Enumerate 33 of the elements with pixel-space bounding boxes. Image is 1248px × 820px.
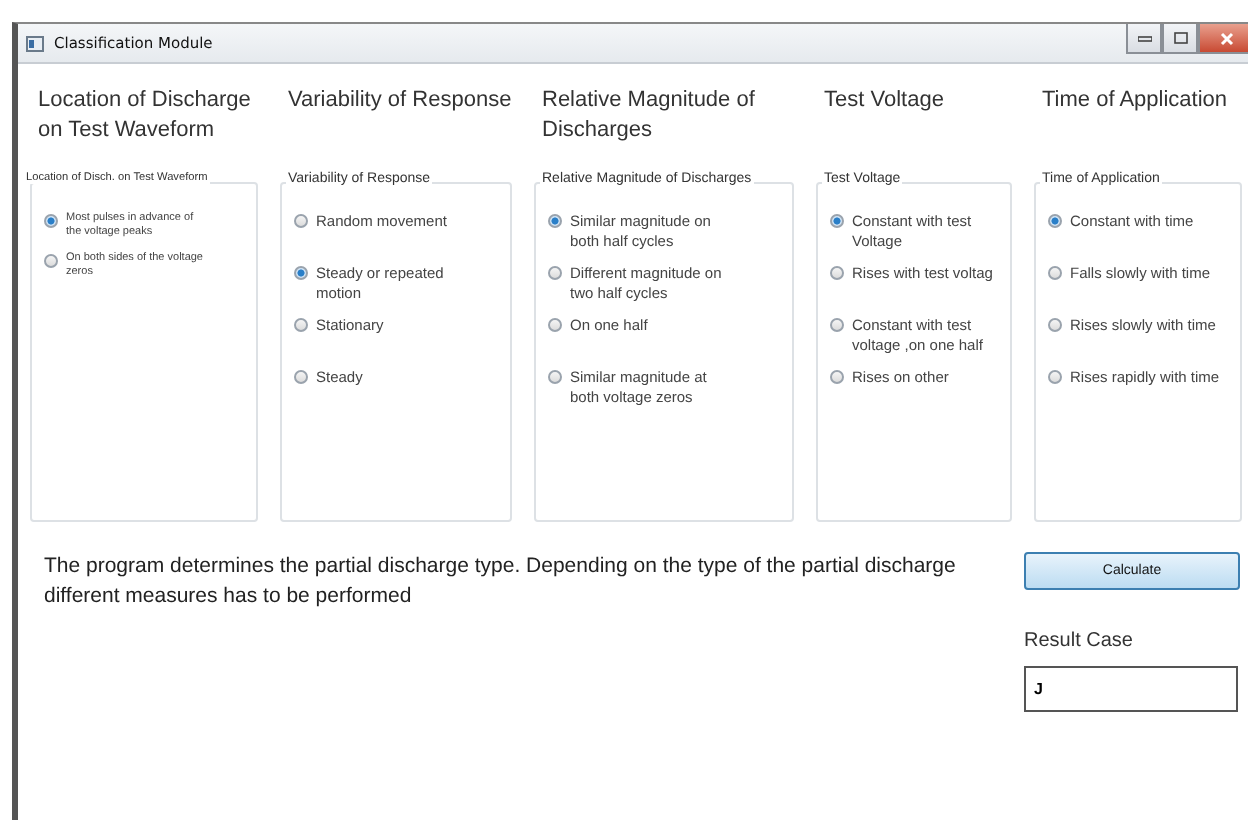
minimize-icon [1137, 35, 1151, 41]
radio-button[interactable] [294, 318, 308, 332]
column-heading: Time of Application [1040, 86, 1230, 116]
close-icon [1219, 31, 1233, 45]
radio-button[interactable] [548, 370, 562, 384]
radio-button[interactable] [548, 318, 562, 332]
radio-button[interactable] [830, 266, 844, 280]
close-button[interactable] [1198, 24, 1248, 54]
result-label: Result Case [1024, 630, 1135, 652]
radio-button[interactable] [44, 254, 58, 268]
column-heading: Variability of Response [286, 86, 514, 116]
radio-button[interactable] [44, 214, 58, 228]
result-field[interactable]: J [1024, 666, 1238, 712]
radio-button[interactable] [548, 214, 562, 228]
radio-button[interactable] [1048, 266, 1062, 280]
radio-button[interactable] [294, 214, 308, 228]
radio-button[interactable] [548, 266, 562, 280]
column-heading: Location of Discharge on Test Waveform [36, 86, 253, 146]
description-text: The program determines the partial discharge type. Depending on the type of the partial discharge different measures has to be performed [44, 552, 958, 612]
column-heading: Test Voltage [822, 86, 946, 116]
maximize-icon [1173, 32, 1187, 44]
radio-button[interactable] [294, 370, 308, 384]
radio-button[interactable] [1048, 214, 1062, 228]
minimize-button[interactable] [1126, 24, 1162, 54]
app-icon [26, 35, 44, 51]
radio-button[interactable] [830, 370, 844, 384]
radio-button[interactable] [830, 318, 844, 332]
column-heading: Relative Magnitude of Discharges [540, 86, 757, 146]
radio-button[interactable] [1048, 318, 1062, 332]
radio-button[interactable] [294, 266, 308, 280]
radio-button[interactable] [830, 214, 844, 228]
radio-button[interactable] [1048, 370, 1062, 384]
maximize-button[interactable] [1162, 24, 1198, 54]
